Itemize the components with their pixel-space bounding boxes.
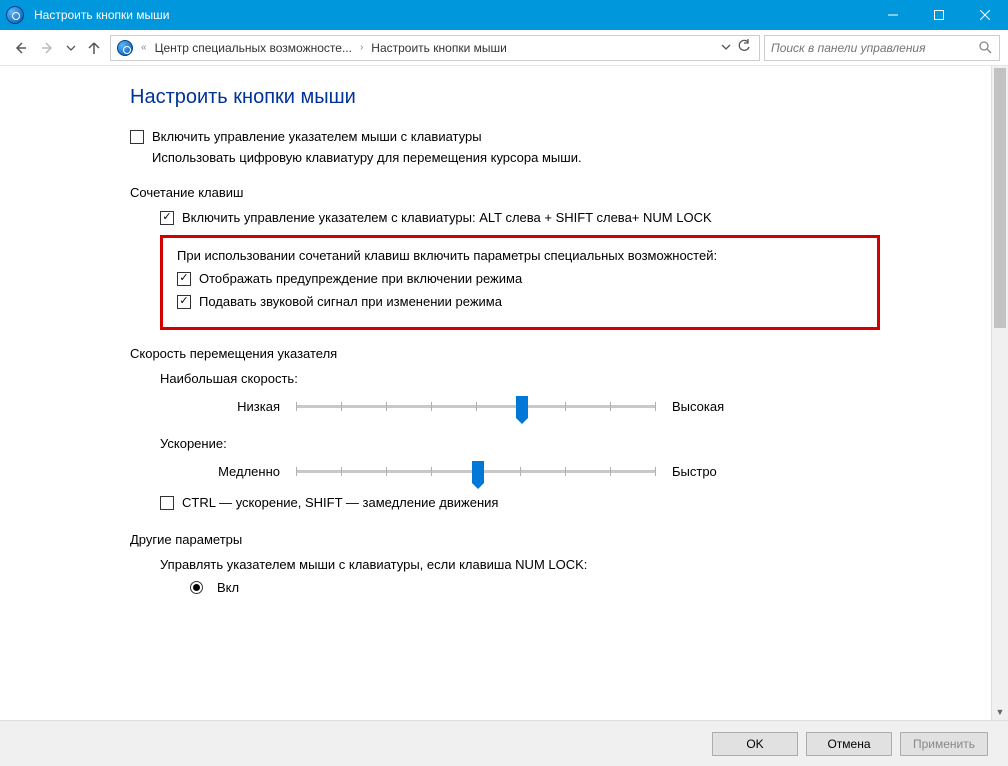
slider-label-low: Низкая	[190, 399, 280, 414]
label-play-sound: Подавать звуковой сигнал при изменении р…	[199, 294, 502, 309]
label-radio-on: Вкл	[217, 580, 239, 595]
vertical-scrollbar[interactable]: ▲ ▼	[991, 66, 1008, 720]
navigation-bar: « Центр специальных возможносте... › Нас…	[0, 30, 1008, 66]
search-box[interactable]	[764, 35, 1000, 61]
label-show-warning: Отображать предупреждение при включении …	[199, 271, 522, 286]
cancel-button[interactable]: Отмена	[806, 732, 892, 756]
breadcrumb-chevron-icon: ›	[356, 42, 367, 53]
highlighted-options-box: При использовании сочетаний клавиш включ…	[160, 235, 880, 330]
breadcrumb-bar[interactable]: « Центр специальных возможносте... › Нас…	[110, 35, 760, 61]
ok-button[interactable]: OK	[712, 732, 798, 756]
nav-forward-button[interactable]	[36, 36, 60, 60]
label-numlock: Управлять указателем мыши с клавиатуры, …	[160, 557, 968, 572]
dialog-footer: OK Отмена Применить	[0, 720, 1008, 766]
section-shortcut: Сочетание клавиш	[130, 185, 968, 200]
search-icon[interactable]	[977, 40, 993, 56]
nav-back-button[interactable]	[8, 36, 32, 60]
content-area: Настроить кнопки мыши Включить управлени…	[0, 66, 1008, 720]
breadcrumb-chevron-icon: «	[137, 42, 151, 53]
label-max-speed: Наибольшая скорость:	[160, 371, 968, 386]
minimize-button[interactable]	[870, 0, 916, 30]
label-enable-mouse-keys: Включить управление указателем мыши с кл…	[152, 129, 482, 144]
radio-numlock-on[interactable]	[190, 581, 203, 594]
app-icon	[0, 6, 30, 24]
label-ctrl-shift: CTRL — ускорение, SHIFT — замедление дви…	[182, 495, 498, 510]
slider-label-slow: Медленно	[190, 464, 280, 479]
slider-label-fast: Быстро	[672, 464, 762, 479]
scrollbar-thumb[interactable]	[994, 68, 1006, 328]
close-button[interactable]	[962, 0, 1008, 30]
checkbox-enable-shortcut[interactable]	[160, 211, 174, 225]
slider-acceleration[interactable]	[296, 461, 656, 481]
checkbox-show-warning[interactable]	[177, 272, 191, 286]
slider-top-speed[interactable]	[296, 396, 656, 416]
control-panel-icon	[115, 38, 135, 58]
checkbox-ctrl-shift[interactable]	[160, 496, 174, 510]
slider-label-high: Высокая	[672, 399, 762, 414]
breadcrumb-item-current[interactable]: Настроить кнопки мыши	[369, 41, 509, 55]
label-enable-shortcut: Включить управление указателем с клавиат…	[182, 210, 712, 225]
window-title: Настроить кнопки мыши	[30, 8, 870, 22]
section-speed: Скорость перемещения указателя	[130, 346, 968, 361]
breadcrumb-dropdown-icon[interactable]	[721, 41, 731, 55]
refresh-button[interactable]	[737, 39, 751, 56]
breadcrumb-item-ease-of-access[interactable]: Центр специальных возможносте...	[153, 41, 354, 55]
checkbox-enable-mouse-keys[interactable]	[130, 130, 144, 144]
section-other: Другие параметры	[130, 532, 968, 547]
checkbox-play-sound[interactable]	[177, 295, 191, 309]
apply-button[interactable]: Применить	[900, 732, 988, 756]
label-acceleration: Ускорение:	[160, 436, 968, 451]
nav-up-button[interactable]	[82, 36, 106, 60]
search-input[interactable]	[771, 41, 977, 55]
window-titlebar: Настроить кнопки мыши	[0, 0, 1008, 30]
page-title: Настроить кнопки мыши	[130, 86, 968, 109]
nav-recent-button[interactable]	[64, 36, 78, 60]
highlight-intro: При использовании сочетаний клавиш включ…	[177, 248, 863, 263]
maximize-button[interactable]	[916, 0, 962, 30]
scroll-down-icon[interactable]: ▼	[992, 703, 1008, 720]
helper-text: Использовать цифровую клавиатуру для пер…	[152, 150, 968, 165]
